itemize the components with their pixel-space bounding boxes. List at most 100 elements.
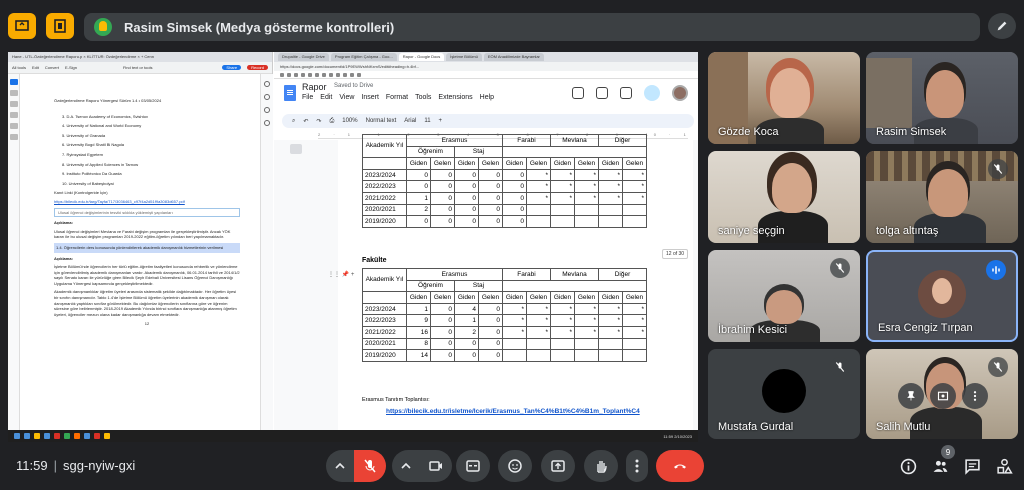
doc-title[interactable]: Rapor	[302, 82, 327, 92]
bookmark-icon[interactable]	[287, 73, 291, 77]
participant-tile[interactable]: saniye seçgin	[708, 151, 860, 243]
bookmark-icon[interactable]	[357, 73, 361, 77]
menu-format[interactable]: Format	[386, 94, 408, 101]
layers-icon[interactable]	[264, 120, 270, 126]
menu-insert[interactable]: Insert	[361, 94, 379, 101]
select-tool-icon[interactable]	[10, 79, 18, 85]
pdf-tool-all[interactable]: All tools	[12, 65, 26, 70]
outline-icon[interactable]	[290, 144, 302, 154]
print-icon[interactable]: ⎙	[329, 118, 334, 125]
pin-button[interactable]	[898, 383, 924, 409]
avatar[interactable]	[672, 85, 688, 101]
search-tool-icon[interactable]	[10, 134, 18, 140]
bookmark-icon[interactable]	[264, 94, 270, 100]
browser-tab[interactable]: Drupalite - Google Drive	[278, 53, 329, 61]
pdf-record-button[interactable]: Record	[247, 65, 268, 70]
draw-tool-icon[interactable]	[10, 112, 18, 118]
taskbar-app-icon[interactable]	[104, 433, 110, 439]
taskbar-app-icon[interactable]	[34, 433, 40, 439]
tile-more-button[interactable]	[962, 383, 988, 409]
bookmark-icon[interactable]	[301, 73, 305, 77]
mic-toggle-button[interactable]	[354, 450, 386, 482]
menu-view[interactable]: View	[339, 94, 354, 101]
browser-tab[interactable]: İşletme Bölümü	[446, 53, 482, 61]
camera-toggle-button[interactable]	[420, 450, 452, 482]
raise-hand-button[interactable]	[584, 450, 618, 482]
redo-icon[interactable]: ↷	[316, 118, 321, 125]
pdf-tool-edit[interactable]: Edit	[32, 65, 39, 70]
bookmark-icon[interactable]	[336, 73, 340, 77]
pdf-tool-convert[interactable]: Convert	[45, 65, 59, 70]
taskbar-app-icon[interactable]	[24, 433, 30, 439]
present-control-button[interactable]	[8, 13, 36, 39]
pdf-tabs[interactable]: Hane - UTL-Özdeğerlendirme Raporu.p × KL…	[8, 52, 272, 62]
address-bar[interactable]: https://docs.google.com/document/d/1P9EW…	[274, 62, 698, 71]
comments-icon[interactable]	[596, 87, 608, 99]
add-row-icon[interactable]: +	[351, 272, 355, 278]
attachment-icon[interactable]	[264, 107, 270, 113]
bookmark-icon[interactable]	[315, 73, 319, 77]
docs-logo-icon[interactable]	[284, 85, 296, 101]
pdf-find[interactable]: Find text or tools	[123, 65, 153, 70]
browser-tab[interactable]: EÖM Anadilimizde Bayramlar	[483, 53, 544, 61]
browser-tab-active[interactable]: Rapor - Google Docs	[398, 53, 445, 61]
menu-tools[interactable]: Tools	[415, 94, 431, 101]
pdf-tool-esign[interactable]: E-Sign	[65, 65, 77, 70]
leave-call-button[interactable]	[656, 450, 704, 482]
kanit-link[interactable]: https://bilecik.edu.tr/targ/Tayfa/717/30…	[54, 199, 240, 205]
erasmus-link[interactable]: https://bilecik.edu.tr/isletme/Icerik/Er…	[386, 408, 640, 415]
highlight-tool-icon[interactable]	[10, 101, 18, 107]
participant-tile[interactable]: Gözde Koca	[708, 52, 860, 144]
taskbar-app-icon[interactable]	[44, 433, 50, 439]
frame-button[interactable]	[930, 383, 956, 409]
video-options-button[interactable]	[392, 450, 420, 482]
font-select[interactable]: Arial	[404, 118, 416, 124]
meet-icon[interactable]	[620, 87, 632, 99]
bookmark-icon[interactable]	[329, 73, 333, 77]
bookmark-icon[interactable]	[280, 73, 284, 77]
taskbar-app-icon[interactable]	[84, 433, 90, 439]
audio-options-button[interactable]	[326, 450, 354, 482]
bookmark-icon[interactable]	[350, 73, 354, 77]
taskbar-app-icon[interactable]	[94, 433, 100, 439]
start-icon[interactable]	[14, 433, 20, 439]
activities-button[interactable]	[994, 456, 1014, 476]
menu-file[interactable]: File	[302, 94, 313, 101]
participant-tile[interactable]: tolga altıntaş	[866, 151, 1018, 243]
style-select[interactable]: Normal text	[366, 118, 397, 124]
people-button[interactable]	[930, 456, 950, 476]
history-icon[interactable]	[572, 87, 584, 99]
reactions-button[interactable]	[498, 450, 532, 482]
menu-help[interactable]: Help	[480, 94, 494, 101]
menu-edit[interactable]: Edit	[320, 94, 332, 101]
browser-tab[interactable]: Program Eğitim Çalışma - Goo...	[330, 53, 397, 61]
taskbar-app-icon[interactable]	[64, 433, 70, 439]
present-now-button[interactable]	[541, 450, 575, 482]
comment-icon[interactable]	[264, 81, 270, 87]
bookmark-icon[interactable]	[322, 73, 326, 77]
menu-extensions[interactable]: Extensions	[438, 94, 472, 101]
pin-icon[interactable]: 📌	[342, 272, 349, 278]
text-tool-icon[interactable]	[10, 123, 18, 129]
captions-button[interactable]	[456, 450, 490, 482]
participant-tile[interactable]: Salih Mutlu	[866, 349, 1018, 439]
more-options-button[interactable]	[626, 450, 648, 482]
chat-button[interactable]	[962, 456, 982, 476]
participant-tile[interactable]: Esra Cengiz Tırpan	[866, 250, 1018, 342]
increase-size-icon[interactable]: +	[439, 118, 443, 124]
bookmark-icon[interactable]	[343, 73, 347, 77]
participant-tile[interactable]: Mustafa Gurdal	[708, 349, 860, 439]
font-size-field[interactable]: 11	[424, 118, 430, 124]
meeting-details-button[interactable]	[898, 456, 918, 476]
edit-button[interactable]	[988, 13, 1016, 39]
pdf-share-button[interactable]: Share	[222, 65, 242, 70]
drag-handle-icon[interactable]: ⋮⋮	[328, 272, 340, 278]
bookmark-icon[interactable]	[308, 73, 312, 77]
bookmark-icon[interactable]	[294, 73, 298, 77]
layout-control-button[interactable]	[46, 13, 74, 39]
participant-tile[interactable]: İbrahim Kesici	[708, 250, 860, 342]
participant-tile[interactable]: Rasim Simsek	[866, 52, 1018, 144]
comment-tool-icon[interactable]	[10, 90, 18, 96]
search-menus-icon[interactable]: ⌕	[292, 118, 295, 125]
taskbar-app-icon[interactable]	[74, 433, 80, 439]
